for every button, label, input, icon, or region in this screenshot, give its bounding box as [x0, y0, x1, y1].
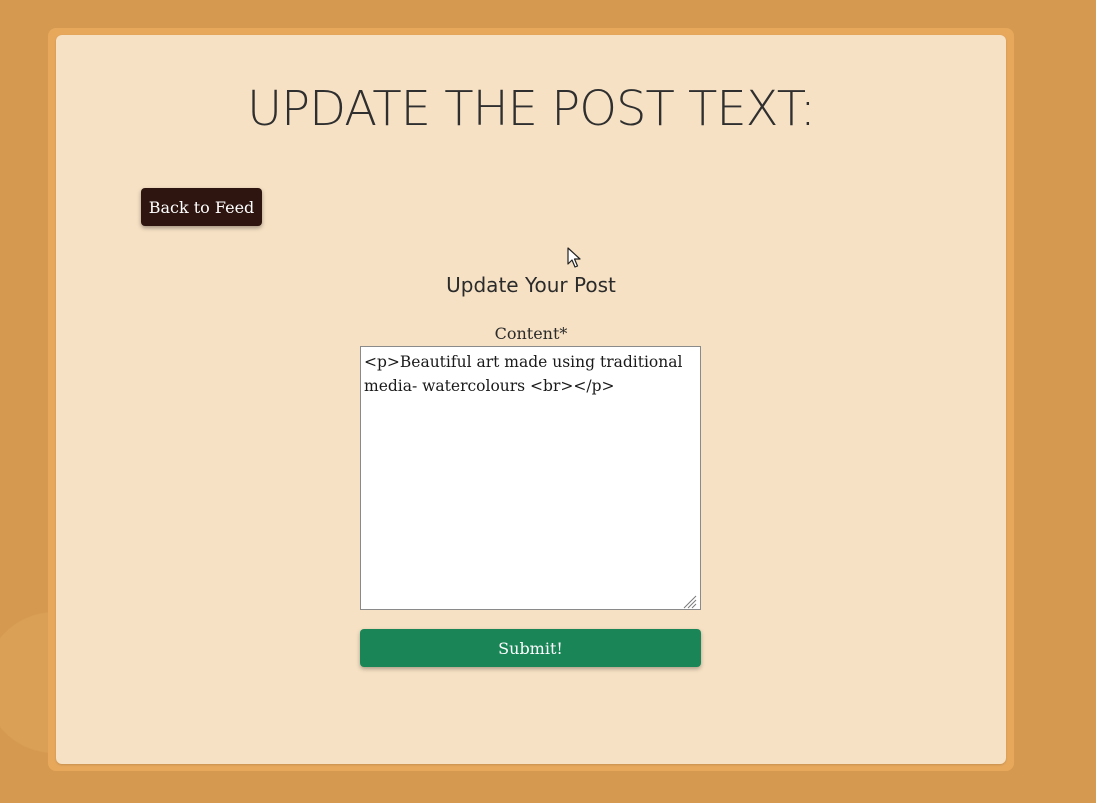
- form-heading: Update Your Post: [446, 273, 616, 297]
- submit-button[interactable]: Submit!: [360, 629, 701, 667]
- main-card: UPDATE THE POST TEXT: Back to Feed Updat…: [56, 35, 1006, 764]
- content-textarea[interactable]: <p>Beautiful art made using traditional …: [360, 346, 701, 610]
- page-frame: UPDATE THE POST TEXT: Back to Feed Updat…: [48, 28, 1014, 771]
- resize-grip-icon[interactable]: [681, 593, 697, 609]
- page-title: UPDATE THE POST TEXT:: [247, 81, 816, 137]
- mouse-pointer-icon: [567, 247, 581, 268]
- back-to-feed-button[interactable]: Back to Feed: [141, 188, 262, 226]
- content-label: Content*: [494, 324, 568, 343]
